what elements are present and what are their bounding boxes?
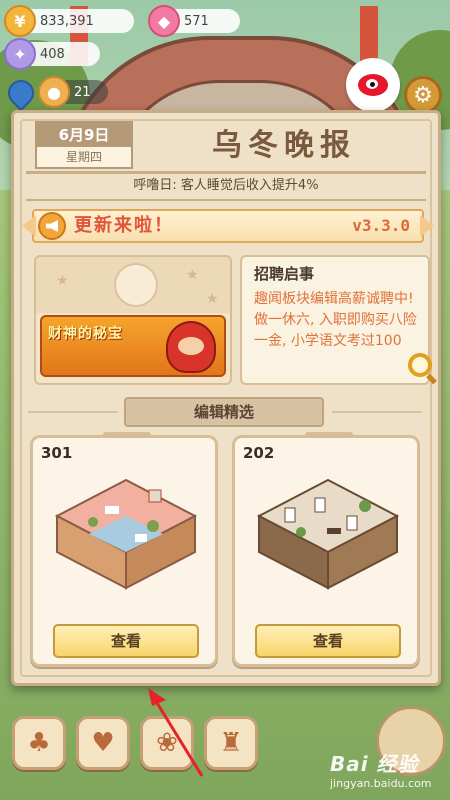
recruitment-notice[interactable]: 招聘启事 趣闻板块编辑高薪诚聘中! 做一休六, 入职即购买八险一金, 小学语文考… bbox=[240, 255, 432, 385]
room-card[interactable]: 202 查看 bbox=[232, 432, 420, 667]
gold-counter[interactable]: ¥ 833,391 bbox=[4, 5, 134, 37]
level-value: 21 bbox=[74, 84, 91, 100]
update-label: 更新来啦！ bbox=[74, 215, 174, 236]
weekday: 星期四 bbox=[65, 150, 102, 164]
version-label: v3.3.0 bbox=[352, 216, 410, 235]
weibo-share-button[interactable] bbox=[346, 58, 400, 112]
event-title: 财神的秘宝 bbox=[48, 326, 123, 342]
megaphone-icon bbox=[38, 212, 66, 240]
newspaper-panel: 6月9日 星期四 乌冬晚报 呼噜日: 客人睡觉后收入提升4% 更新来啦！ v3.… bbox=[11, 110, 441, 686]
level-indicator[interactable]: ● 21 bbox=[38, 76, 108, 108]
menu-book-button[interactable]: ♥ bbox=[76, 716, 130, 770]
room-number: 301 bbox=[41, 444, 73, 462]
update-banner[interactable]: 更新来啦！ v3.3.0 bbox=[32, 209, 424, 243]
flag bbox=[360, 6, 378, 66]
mushroom-button[interactable]: ♣ bbox=[12, 716, 66, 770]
section-header: 编辑精选 bbox=[124, 397, 324, 427]
date: 6月9日 bbox=[37, 123, 131, 147]
room-number: 202 bbox=[243, 444, 275, 462]
view-button[interactable]: 查看 bbox=[255, 624, 401, 658]
view-button[interactable]: 查看 bbox=[53, 624, 199, 658]
card-tab bbox=[103, 432, 151, 438]
star-icon: ★ bbox=[186, 267, 199, 283]
star-icon: ★ bbox=[56, 273, 69, 289]
mushroom-icon: ♣ bbox=[27, 728, 51, 758]
gear-icon[interactable]: ⚙ bbox=[404, 76, 442, 114]
room-card[interactable]: 301 查看 bbox=[30, 432, 218, 667]
divider bbox=[28, 411, 118, 413]
book-icon: ♥ bbox=[91, 728, 115, 758]
magnifier-icon[interactable] bbox=[408, 353, 432, 377]
gem-icon: ◆ bbox=[148, 5, 180, 37]
crystal-value: 408 bbox=[40, 46, 65, 62]
coin-icon: ¥ bbox=[4, 5, 36, 37]
mascot-illustration bbox=[114, 263, 158, 307]
watermark-main: Bai 经验 bbox=[330, 752, 419, 776]
gem-value: 571 bbox=[184, 13, 209, 29]
weibo-icon bbox=[358, 74, 388, 96]
date-box: 6月9日 星期四 bbox=[35, 121, 133, 169]
event-ad-card[interactable]: ★ ★ ★ 财神的秘宝 bbox=[34, 255, 232, 385]
character-icon: ❀ bbox=[156, 728, 178, 758]
divider bbox=[332, 411, 422, 413]
notice-title: 招聘启事 bbox=[254, 265, 315, 283]
gold-value: 833,391 bbox=[40, 13, 94, 29]
room-preview bbox=[54, 478, 198, 590]
newspaper-title: 乌冬晚报 bbox=[212, 128, 356, 163]
daily-headline: 呼噜日: 客人睡觉后收入提升4% bbox=[133, 178, 319, 193]
character-button[interactable]: ❀ bbox=[140, 716, 194, 770]
fortune-god-illustration bbox=[166, 321, 216, 373]
shop-bag-icon: ♜ bbox=[219, 728, 243, 758]
crystal-icon: ✦ bbox=[4, 38, 36, 70]
watermark: Bai 经验 jingyan.baidu.com bbox=[330, 748, 446, 796]
mascot-icon: ● bbox=[38, 76, 70, 108]
notice-body: 趣闻板块编辑高薪诚聘中! 做一休六, 入职即购买八险一金, 小学语文考过100 bbox=[254, 291, 417, 349]
card-tab bbox=[305, 432, 353, 438]
star-icon: ★ bbox=[206, 291, 219, 307]
event-banner[interactable]: 财神的秘宝 bbox=[40, 315, 226, 377]
watermark-sub: jingyan.baidu.com bbox=[330, 777, 432, 790]
shop-button[interactable]: ♜ bbox=[204, 716, 258, 770]
crystal-counter[interactable]: ✦ 408 bbox=[4, 38, 100, 70]
gem-counter[interactable]: ◆ 571 bbox=[148, 5, 240, 37]
divider bbox=[26, 199, 426, 201]
room-preview bbox=[256, 478, 400, 590]
